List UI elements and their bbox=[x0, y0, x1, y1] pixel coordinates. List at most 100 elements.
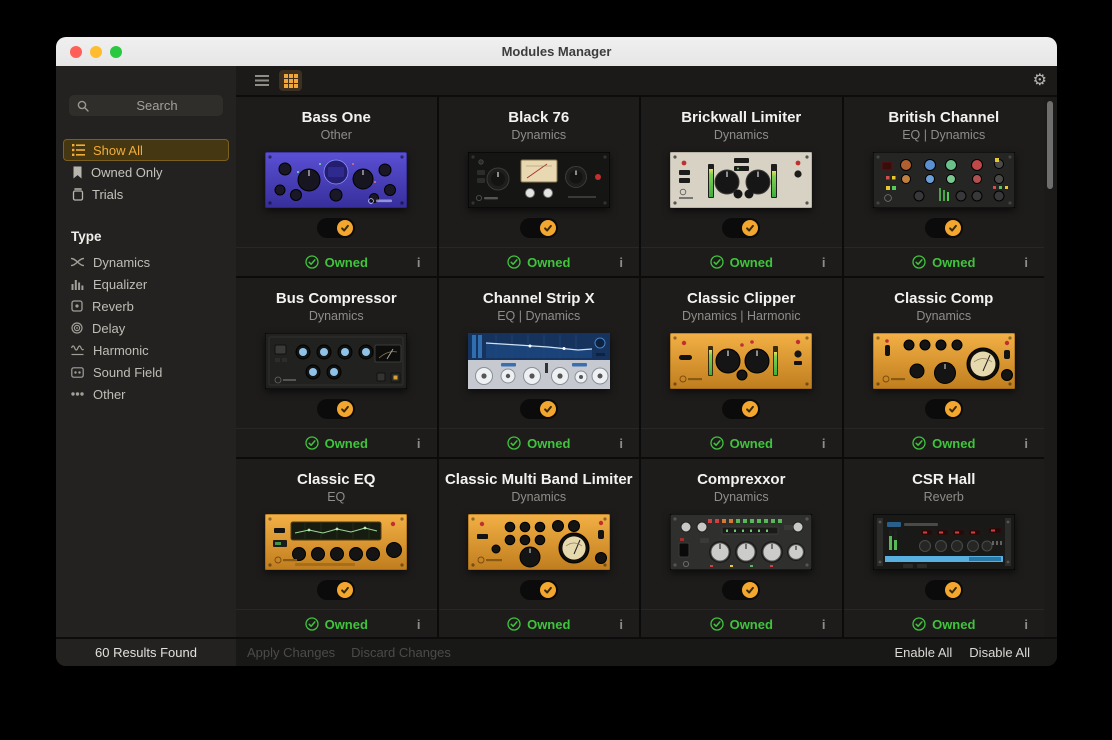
sidebar-item-owned-only[interactable]: Owned Only bbox=[63, 161, 229, 183]
owned-check-icon bbox=[912, 255, 926, 269]
close-button[interactable] bbox=[70, 46, 82, 58]
module-enable-toggle[interactable] bbox=[722, 580, 760, 600]
owned-label: Owned bbox=[730, 436, 773, 451]
type-item-label: Dynamics bbox=[93, 255, 150, 270]
owned-check-icon bbox=[305, 617, 319, 631]
apply-changes-button[interactable]: Apply Changes bbox=[247, 645, 335, 660]
scrollbar-track[interactable] bbox=[1044, 97, 1057, 637]
owned-label: Owned bbox=[527, 436, 570, 451]
toggle-check-icon bbox=[742, 220, 758, 236]
filter-list: Show All Owned Only Trials bbox=[63, 139, 229, 205]
module-enable-toggle[interactable] bbox=[722, 218, 760, 238]
info-button[interactable]: i bbox=[822, 617, 826, 632]
info-button[interactable]: i bbox=[417, 436, 421, 451]
module-card-black-76: Black 76 Dynamics bbox=[439, 97, 640, 276]
owned-check-icon bbox=[710, 617, 724, 631]
owned-check-icon bbox=[912, 617, 926, 631]
discard-changes-button[interactable]: Discard Changes bbox=[351, 645, 451, 660]
search-input[interactable] bbox=[69, 98, 245, 113]
sidebar-item-dynamics[interactable]: Dynamics bbox=[63, 251, 229, 273]
module-footer: Owned i bbox=[844, 428, 1045, 457]
module-enable-toggle[interactable] bbox=[317, 399, 355, 419]
owned-check-icon bbox=[710, 436, 724, 450]
module-image bbox=[670, 514, 812, 570]
info-button[interactable]: i bbox=[822, 255, 826, 270]
trials-icon bbox=[72, 188, 84, 201]
module-card-classic-multi-band-limiter: Classic Multi Band Limiter Dynamics bbox=[439, 459, 640, 637]
owned-check-icon bbox=[507, 436, 521, 450]
zoom-button[interactable] bbox=[110, 46, 122, 58]
enable-all-button[interactable]: Enable All bbox=[894, 645, 952, 660]
sidebar-item-trials[interactable]: Trials bbox=[63, 183, 229, 205]
module-enable-toggle[interactable] bbox=[722, 399, 760, 419]
info-button[interactable]: i bbox=[1024, 436, 1028, 451]
module-enable-toggle[interactable] bbox=[520, 399, 558, 419]
owned-check-icon bbox=[507, 617, 521, 631]
info-button[interactable]: i bbox=[619, 255, 623, 270]
module-image bbox=[873, 152, 1015, 208]
module-enable-toggle[interactable] bbox=[317, 580, 355, 600]
module-footer: Owned i bbox=[641, 247, 842, 276]
minimize-button[interactable] bbox=[90, 46, 102, 58]
module-enable-toggle[interactable] bbox=[925, 218, 963, 238]
module-title: CSR Hall bbox=[912, 471, 975, 488]
harmonic-icon bbox=[71, 344, 84, 356]
module-enable-toggle[interactable] bbox=[925, 580, 963, 600]
type-item-label: Equalizer bbox=[93, 277, 147, 292]
sidebar-item-other[interactable]: Other bbox=[63, 383, 229, 405]
owned-status: Owned bbox=[912, 436, 975, 451]
info-button[interactable]: i bbox=[417, 255, 421, 270]
sidebar: Show All Owned Only Trials Type Dynamics bbox=[56, 66, 236, 666]
info-button[interactable]: i bbox=[417, 617, 421, 632]
owned-check-icon bbox=[710, 255, 724, 269]
module-card-classic-clipper: Classic Clipper Dynamics | Harmonic bbox=[641, 278, 842, 457]
sidebar-item-show-all[interactable]: Show All bbox=[63, 139, 229, 161]
scrollbar-thumb[interactable] bbox=[1047, 101, 1053, 189]
grid-view-button[interactable] bbox=[279, 70, 302, 91]
owned-status: Owned bbox=[710, 617, 773, 632]
module-type: EQ | Dynamics bbox=[497, 309, 580, 323]
module-image bbox=[468, 514, 610, 570]
toggle-check-icon bbox=[742, 582, 758, 598]
reverb-icon bbox=[71, 300, 83, 312]
sidebar-item-equalizer[interactable]: Equalizer bbox=[63, 273, 229, 295]
sidebar-item-harmonic[interactable]: Harmonic bbox=[63, 339, 229, 361]
owned-status: Owned bbox=[507, 436, 570, 451]
info-button[interactable]: i bbox=[822, 436, 826, 451]
toggle-check-icon bbox=[945, 220, 961, 236]
info-button[interactable]: i bbox=[1024, 255, 1028, 270]
toggle-check-icon bbox=[540, 582, 556, 598]
module-card-classic-comp: Classic Comp Dynamics bbox=[844, 278, 1045, 457]
module-card-british-channel: British Channel EQ | Dynamics bbox=[844, 97, 1045, 276]
module-enable-toggle[interactable] bbox=[317, 218, 355, 238]
module-image bbox=[670, 152, 812, 208]
info-button[interactable]: i bbox=[1024, 617, 1028, 632]
toggle-check-icon bbox=[945, 582, 961, 598]
info-button[interactable]: i bbox=[619, 436, 623, 451]
module-footer: Owned i bbox=[641, 609, 842, 637]
owned-label: Owned bbox=[730, 255, 773, 270]
sidebar-item-delay[interactable]: Delay bbox=[63, 317, 229, 339]
titlebar: Modules Manager bbox=[56, 37, 1057, 66]
sidebar-item-reverb[interactable]: Reverb bbox=[63, 295, 229, 317]
module-type: Dynamics bbox=[916, 309, 971, 323]
disable-all-button[interactable]: Disable All bbox=[969, 645, 1030, 660]
module-title: Classic Comp bbox=[894, 290, 993, 307]
sidebar-item-sound-field[interactable]: Sound Field bbox=[63, 361, 229, 383]
search-field[interactable] bbox=[69, 95, 223, 116]
module-title: British Channel bbox=[888, 109, 999, 126]
sound-field-icon bbox=[71, 367, 84, 378]
module-enable-toggle[interactable] bbox=[925, 399, 963, 419]
type-filter-list: Dynamics Equalizer Reverb Delay Harmonic bbox=[63, 251, 229, 405]
bookmark-icon bbox=[72, 166, 83, 179]
info-button[interactable]: i bbox=[619, 617, 623, 632]
toggle-check-icon bbox=[742, 401, 758, 417]
module-enable-toggle[interactable] bbox=[520, 218, 558, 238]
module-enable-toggle[interactable] bbox=[520, 580, 558, 600]
sidebar-item-label: Owned Only bbox=[91, 165, 163, 180]
module-title: Brickwall Limiter bbox=[681, 109, 801, 126]
settings-gear-icon[interactable]: ⚙ bbox=[1033, 73, 1047, 89]
list-view-button[interactable] bbox=[252, 71, 272, 91]
owned-status: Owned bbox=[305, 255, 368, 270]
owned-label: Owned bbox=[932, 617, 975, 632]
